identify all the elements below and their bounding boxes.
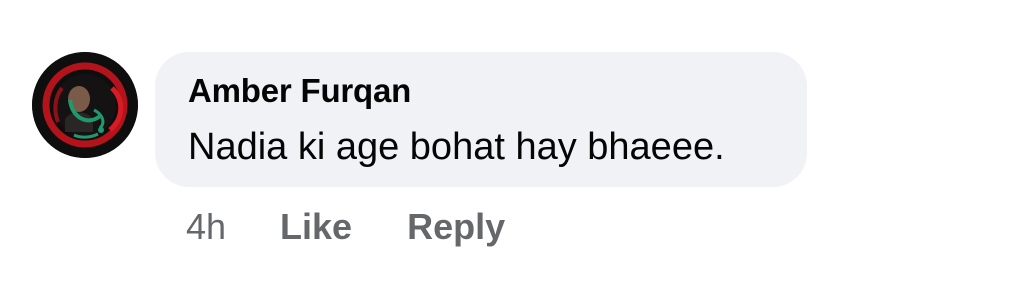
comment: Amber Furqan Nadia ki age bohat hay bhae… (0, 0, 1024, 300)
comment-timestamp[interactable]: 4h (186, 206, 226, 248)
comment-actions: 4h Like Reply (186, 205, 505, 249)
comment-author[interactable]: Amber Furqan (188, 72, 411, 110)
comment-text: Nadia ki age bohat hay bhaeee. (188, 126, 725, 168)
avatar[interactable] (32, 52, 138, 158)
profile-photo-avatar-icon (32, 52, 138, 158)
reply-button[interactable]: Reply (407, 206, 505, 248)
like-button[interactable]: Like (280, 206, 352, 248)
comment-bubble: Amber Furqan Nadia ki age bohat hay bhae… (155, 52, 807, 187)
